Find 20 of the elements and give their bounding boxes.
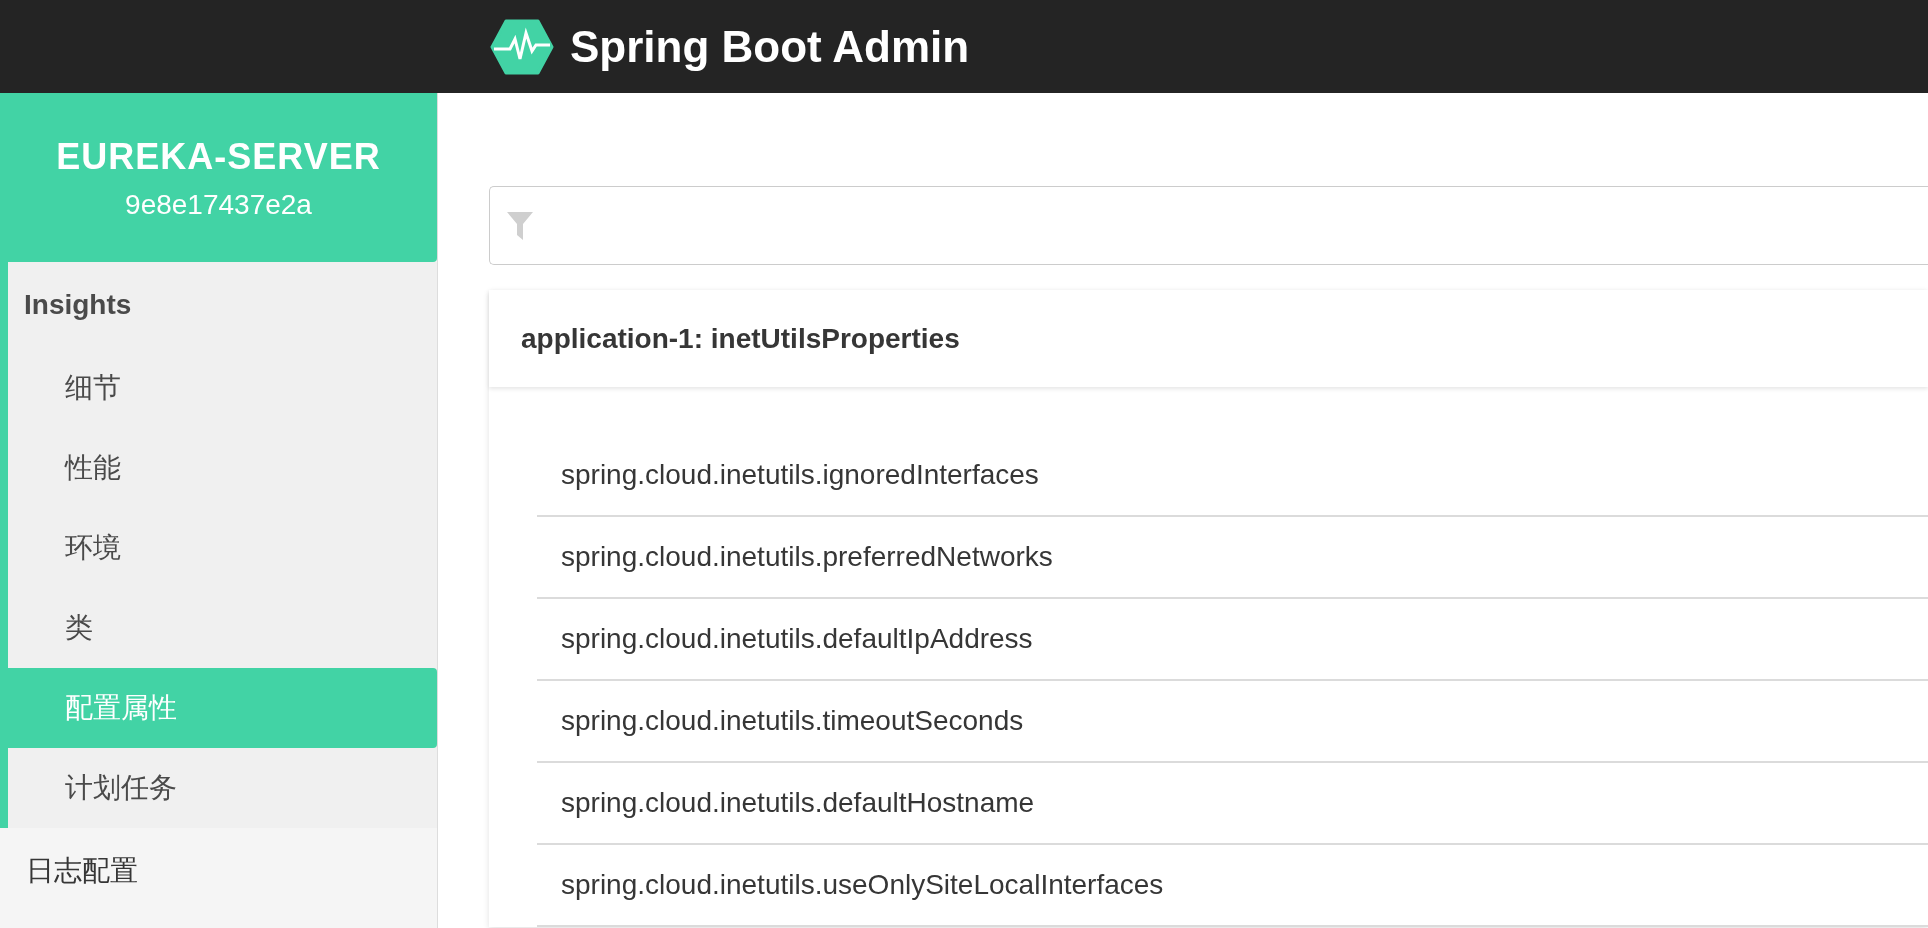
property-name: spring.cloud.inetutils.ignoredInterfaces [537, 435, 1928, 517]
property-name: spring.cloud.inetutils.timeoutSeconds [537, 681, 1928, 763]
nav-item[interactable]: 类 [8, 588, 437, 668]
nav-item[interactable]: 细节 [8, 348, 437, 428]
property-name: spring.cloud.inetutils.defaultHostname [537, 763, 1928, 845]
nav-item[interactable]: 环境 [8, 508, 437, 588]
nav-item[interactable]: 计划任务 [8, 748, 437, 828]
instance-id: 9e8e17437e2a [125, 187, 312, 222]
app-title: Spring Boot Admin [570, 20, 970, 73]
property-name: spring.cloud.inetutils.defaultIpAddress [537, 599, 1928, 681]
card-title: application-1: inetUtilsProperties [489, 290, 1928, 387]
app-name: EUREKA-SERVER [56, 134, 381, 179]
property-name: spring.cloud.inetutils.preferredNetworks [537, 517, 1928, 599]
nav-item[interactable]: 性能 [8, 428, 437, 508]
nav-group-link[interactable]: 日志配置 [0, 828, 437, 914]
pulse-hexagon-logo-icon [490, 18, 554, 75]
nav-group-link[interactable]: Insights [8, 262, 437, 348]
filter-field[interactable] [489, 186, 1928, 265]
property-name: spring.cloud.inetutils.useOnlySiteLocalInterfaces [537, 845, 1928, 927]
filter-icon [506, 210, 534, 241]
